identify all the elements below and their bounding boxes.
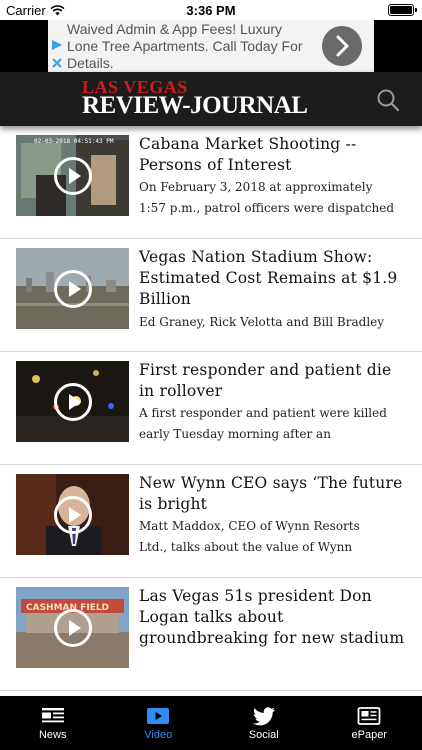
play-icon[interactable] bbox=[53, 156, 93, 196]
tab-social[interactable]: Social bbox=[211, 696, 317, 750]
story-summary-line: 1:57 p.m., patrol officers were dispatch… bbox=[139, 201, 395, 215]
tab-epaper-label: ePaper bbox=[351, 729, 387, 741]
play-icon[interactable] bbox=[53, 608, 93, 648]
story-thumbnail[interactable] bbox=[16, 248, 129, 329]
ad-area: Waived Admin & App Fees! Luxury Lone Tre… bbox=[0, 20, 422, 72]
story-item[interactable]: New Wynn CEO says ‘The future is bright … bbox=[0, 465, 422, 578]
ad-text[interactable]: Waived Admin & App Fees! Luxury Lone Tre… bbox=[67, 21, 317, 72]
masthead: LAS VEGAS REVIEW-JOURNAL bbox=[0, 72, 422, 126]
story-summary-line: Ltd., talks about the value of Wynn bbox=[139, 540, 353, 554]
story-item[interactable]: CASHMAN FIELD Las Vegas 51s president Do… bbox=[0, 578, 422, 691]
story-title[interactable]: Las Vegas 51s president Don Logan talks … bbox=[139, 586, 411, 649]
story-summary-line: early Tuesday morning after an bbox=[139, 427, 331, 441]
status-bar: Carrier 3:36 PM bbox=[0, 0, 422, 20]
play-icon[interactable] bbox=[53, 495, 93, 535]
story-title[interactable]: First responder and patient die in rollo… bbox=[139, 360, 411, 402]
ad-banner[interactable]: Waived Admin & App Fees! Luxury Lone Tre… bbox=[48, 20, 374, 72]
status-time: 3:36 PM bbox=[186, 3, 236, 18]
story-item[interactable]: 02-03-2018 04:51:43 PM Cabana Market Sho… bbox=[0, 126, 422, 239]
tab-video-label: Video bbox=[144, 729, 173, 741]
story-summary-line: Matt Maddox, CEO of Wynn Resorts bbox=[139, 519, 360, 533]
logo-bottom-text: REVIEW-JOURNAL bbox=[82, 92, 308, 119]
video-story-list[interactable]: 02-03-2018 04:51:43 PM Cabana Market Sho… bbox=[0, 126, 422, 696]
ad-close-icon[interactable] bbox=[51, 57, 63, 69]
ad-arrow-button[interactable] bbox=[322, 26, 362, 66]
story-thumbnail[interactable]: CASHMAN FIELD bbox=[16, 587, 129, 668]
news-icon bbox=[41, 708, 64, 723]
battery-icon bbox=[388, 4, 417, 16]
twitter-bird-icon bbox=[252, 707, 275, 726]
story-item[interactable]: Vegas Nation Stadium Show: Estimated Cos… bbox=[0, 239, 422, 352]
ad-info-icon[interactable] bbox=[51, 39, 63, 51]
play-icon[interactable] bbox=[53, 269, 93, 309]
logo: LAS VEGAS REVIEW-JOURNAL bbox=[82, 78, 308, 119]
story-thumbnail[interactable] bbox=[16, 474, 129, 555]
cctv-timestamp: 02-03-2018 04:51:43 PM bbox=[34, 138, 114, 145]
story-title[interactable]: Vegas Nation Stadium Show: Estimated Cos… bbox=[139, 247, 411, 310]
story-thumbnail[interactable]: 02-03-2018 04:51:43 PM bbox=[16, 135, 129, 216]
search-icon[interactable] bbox=[376, 88, 400, 112]
play-icon[interactable] bbox=[53, 382, 93, 422]
story-title[interactable]: New Wynn CEO says ‘The future is bright bbox=[139, 473, 411, 515]
tab-epaper[interactable]: ePaper bbox=[317, 696, 422, 750]
story-item[interactable]: First responder and patient die in rollo… bbox=[0, 352, 422, 465]
story-thumbnail[interactable] bbox=[16, 361, 129, 442]
story-summary-line: Ed Graney, Rick Velotta and Bill Bradley bbox=[139, 315, 385, 329]
story-title[interactable]: Cabana Market Shooting -- Persons of Int… bbox=[139, 134, 411, 176]
story-summary-line: On February 3, 2018 at approximately bbox=[139, 180, 373, 194]
epaper-icon bbox=[357, 707, 381, 725]
tab-bar: News Video Social ePaper bbox=[0, 696, 422, 750]
tab-news-label: News bbox=[38, 729, 67, 741]
story-summary-line: A first responder and patient were kille… bbox=[139, 406, 387, 420]
tab-news[interactable]: News bbox=[0, 696, 106, 750]
tab-video[interactable]: Video bbox=[106, 696, 212, 750]
tab-social-label: Social bbox=[248, 729, 279, 741]
video-icon bbox=[147, 708, 170, 724]
